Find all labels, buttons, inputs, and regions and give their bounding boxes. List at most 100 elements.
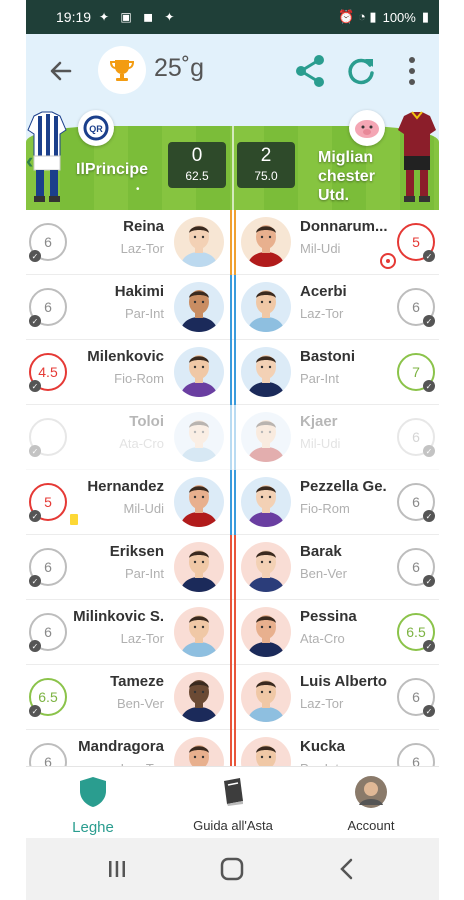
check-icon: ✓	[423, 445, 435, 457]
role-divider	[230, 210, 236, 275]
check-icon: ✓	[29, 640, 41, 652]
signal-icon: ⏰ ◔ ▮	[338, 9, 377, 24]
away-goals: 2	[260, 145, 272, 166]
notification-icons: ✦ ▣ ◼ ✦	[99, 10, 179, 24]
refresh-icon[interactable]	[344, 54, 378, 88]
battery-level: 100%	[382, 9, 416, 25]
svg-text:QR: QR	[89, 124, 103, 134]
home-player-name: Reina	[123, 218, 164, 235]
match-scoreboard: ‹ QR IlPrincipe • 0 62.5 2 75.0 Miglian …	[26, 108, 439, 210]
lineup-row[interactable]: 6 ✓ Milinkovic S. Laz-Tor Pessina Ata-Cro 6.5 ✓	[26, 600, 439, 665]
home-vote-value: 6	[44, 299, 52, 315]
away-player-avatar	[241, 347, 291, 397]
away-player-match: Fio-Rom	[300, 501, 350, 516]
home-button-icon[interactable]	[219, 856, 245, 882]
away-player-name: Luis Alberto	[300, 673, 387, 690]
away-vote-badge: 6✓	[397, 418, 435, 457]
away-player-name: Bastoni	[300, 348, 356, 365]
pitch-midline	[232, 126, 234, 210]
nav-leghe-label: Leghe	[72, 819, 114, 836]
lineup-row[interactable]: 6✓MandragoraLaz-TorKuckaPar-Int6✓	[26, 730, 439, 766]
away-player-avatar	[241, 672, 291, 722]
lineup-row[interactable]: 6 ✓ Eriksen Par-Int Barak Ben-Ver 6 ✓	[26, 535, 439, 600]
role-divider	[230, 340, 236, 405]
check-icon: ✓	[423, 250, 435, 262]
away-player-avatar	[241, 477, 291, 527]
nav-guida-asta[interactable]: Guida all'Asta	[168, 775, 298, 833]
away-player-name: Kjaer	[300, 413, 338, 430]
nav-leghe[interactable]: Leghe	[28, 775, 158, 836]
away-player-avatar	[241, 542, 291, 592]
home-vote-value: 4.5	[38, 364, 58, 380]
app-screen: 19:19 ✦ ▣ ◼ ✦ ⏰ ◔ ▮ 100% ▮ 25˚g ‹ QR IlP…	[26, 0, 439, 900]
shield-icon	[80, 777, 106, 807]
home-vote-value: 6	[44, 754, 52, 766]
nav-guida-label: Guida all'Asta	[193, 818, 273, 833]
away-vote-badge: 6✓	[397, 288, 435, 327]
home-team-name[interactable]: IlPrincipe	[76, 160, 148, 179]
away-vote-value: 5	[412, 234, 420, 250]
away-player-avatar	[241, 217, 291, 267]
home-score-box: 0 62.5	[168, 142, 226, 188]
away-team-name[interactable]: Miglian chester Utd.	[318, 148, 408, 205]
home-vote-badge: 6✓	[29, 548, 67, 587]
away-player-name: Pessina	[300, 608, 357, 625]
away-vote-value: 6	[412, 299, 420, 315]
home-vote-value: 6	[44, 559, 52, 575]
home-goals: 0	[191, 145, 203, 166]
recent-apps-icon[interactable]	[104, 856, 130, 882]
home-player-avatar	[174, 672, 224, 722]
home-vote-badge: 6✓	[29, 613, 67, 652]
status-time: 19:19	[56, 9, 92, 25]
top-bar: 25˚g	[26, 34, 439, 108]
book-icon	[224, 778, 243, 806]
away-player-match: Par-Int	[300, 371, 340, 386]
role-divider	[230, 730, 236, 766]
away-player-match: Ata-Cro	[300, 631, 345, 646]
back-button-icon[interactable]	[334, 856, 360, 882]
away-player-match: Ben-Ver	[300, 566, 347, 581]
lineup-row[interactable]: 6 ✓ Reina Laz-Tor Donnarum... Mil-Udi 5 ✓	[26, 210, 439, 275]
lineup-row[interactable]: 6.5 ✓ Tameze Ben-Ver Luis Alberto Laz-Tor 6 ✓	[26, 665, 439, 730]
home-vote-badge: 5 ✓	[29, 483, 67, 522]
back-arrow-icon[interactable]	[46, 56, 76, 86]
budget-value: 25˚g	[154, 54, 205, 82]
home-player-match: Laz-Tor	[120, 631, 164, 646]
home-player-match: Ben-Ver	[117, 696, 164, 711]
more-options-icon[interactable]	[402, 54, 422, 88]
away-vote-badge: 7 ✓	[397, 353, 435, 392]
lineup-row[interactable]: 5 ✓ Hernandez Mil-Udi Pezzella Ge. Fio-Rom 6 ✓	[26, 470, 439, 535]
home-player-avatar	[174, 412, 224, 462]
away-player-match: Mil-Udi	[300, 436, 341, 451]
away-player-avatar	[241, 412, 291, 462]
check-icon: ✓	[423, 315, 435, 327]
home-player-name: Eriksen	[109, 543, 164, 560]
away-player-avatar	[241, 737, 291, 766]
trophy-button[interactable]	[98, 46, 146, 94]
home-player-name: Mandragora	[78, 738, 164, 755]
away-player-match: Laz-Tor	[300, 306, 344, 321]
check-icon: ✓	[29, 575, 41, 587]
away-vote-value: 6	[412, 494, 420, 510]
away-player-avatar	[241, 607, 291, 657]
nav-account[interactable]: Account	[306, 775, 436, 833]
check-icon: ✓	[423, 705, 435, 717]
lineup-row[interactable]: 4.5 ✓ Milenkovic Fio-Rom Bastoni Par-Int 7 ✓	[26, 340, 439, 405]
away-vote-value: 6	[412, 559, 420, 575]
home-vote-value: 6	[44, 234, 52, 250]
role-divider	[230, 275, 236, 340]
away-player-name: Pezzella Ge.	[300, 478, 387, 495]
away-player-figure	[396, 108, 438, 204]
lineup-row[interactable]: 6 ✓ Hakimi Par-Int Acerbi Laz-Tor 6 ✓	[26, 275, 439, 340]
away-player-name: Kucka	[300, 738, 346, 755]
check-icon: ✓	[423, 640, 435, 652]
chevron-left-icon[interactable]: ‹	[26, 148, 33, 174]
lineup-row[interactable]: ✓ Toloi Ata-Cro Kjaer Mil-Udi 6 ✓	[26, 405, 439, 470]
home-player-match: Par-Int	[124, 306, 164, 321]
home-vote-badge: ✓	[29, 418, 67, 457]
home-vote-badge: 6✓	[29, 743, 67, 766]
home-player-name: Milenkovic	[87, 348, 164, 365]
share-icon[interactable]	[292, 52, 328, 90]
home-player-name: Tameze	[110, 673, 164, 690]
home-player-avatar	[174, 607, 224, 657]
